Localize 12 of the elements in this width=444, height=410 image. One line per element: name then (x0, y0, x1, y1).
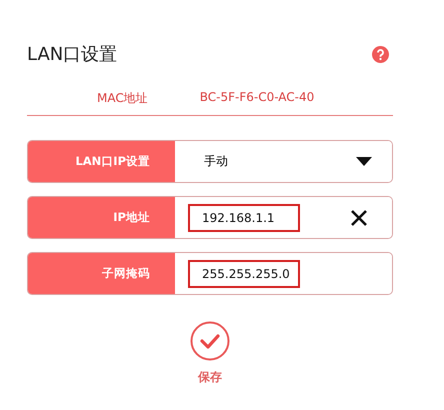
field-label: IP地址 (28, 197, 175, 238)
field-label: 子网掩码 (28, 253, 175, 294)
page-title: LAN口设置 (27, 43, 118, 66)
input-field[interactable]: 192.168.1.1 (188, 204, 300, 232)
clear-icon[interactable] (350, 208, 368, 226)
input-field[interactable]: 255.255.255.0 (188, 260, 300, 288)
help-icon[interactable] (372, 46, 389, 62)
mac-label: MAC地址 (97, 90, 148, 107)
field-label: LAN口IP设置 (28, 141, 175, 182)
caret-icon (356, 157, 372, 166)
check-icon (190, 321, 230, 361)
mac-value: BC-5F-F6-C0-AC-40 (200, 90, 314, 106)
